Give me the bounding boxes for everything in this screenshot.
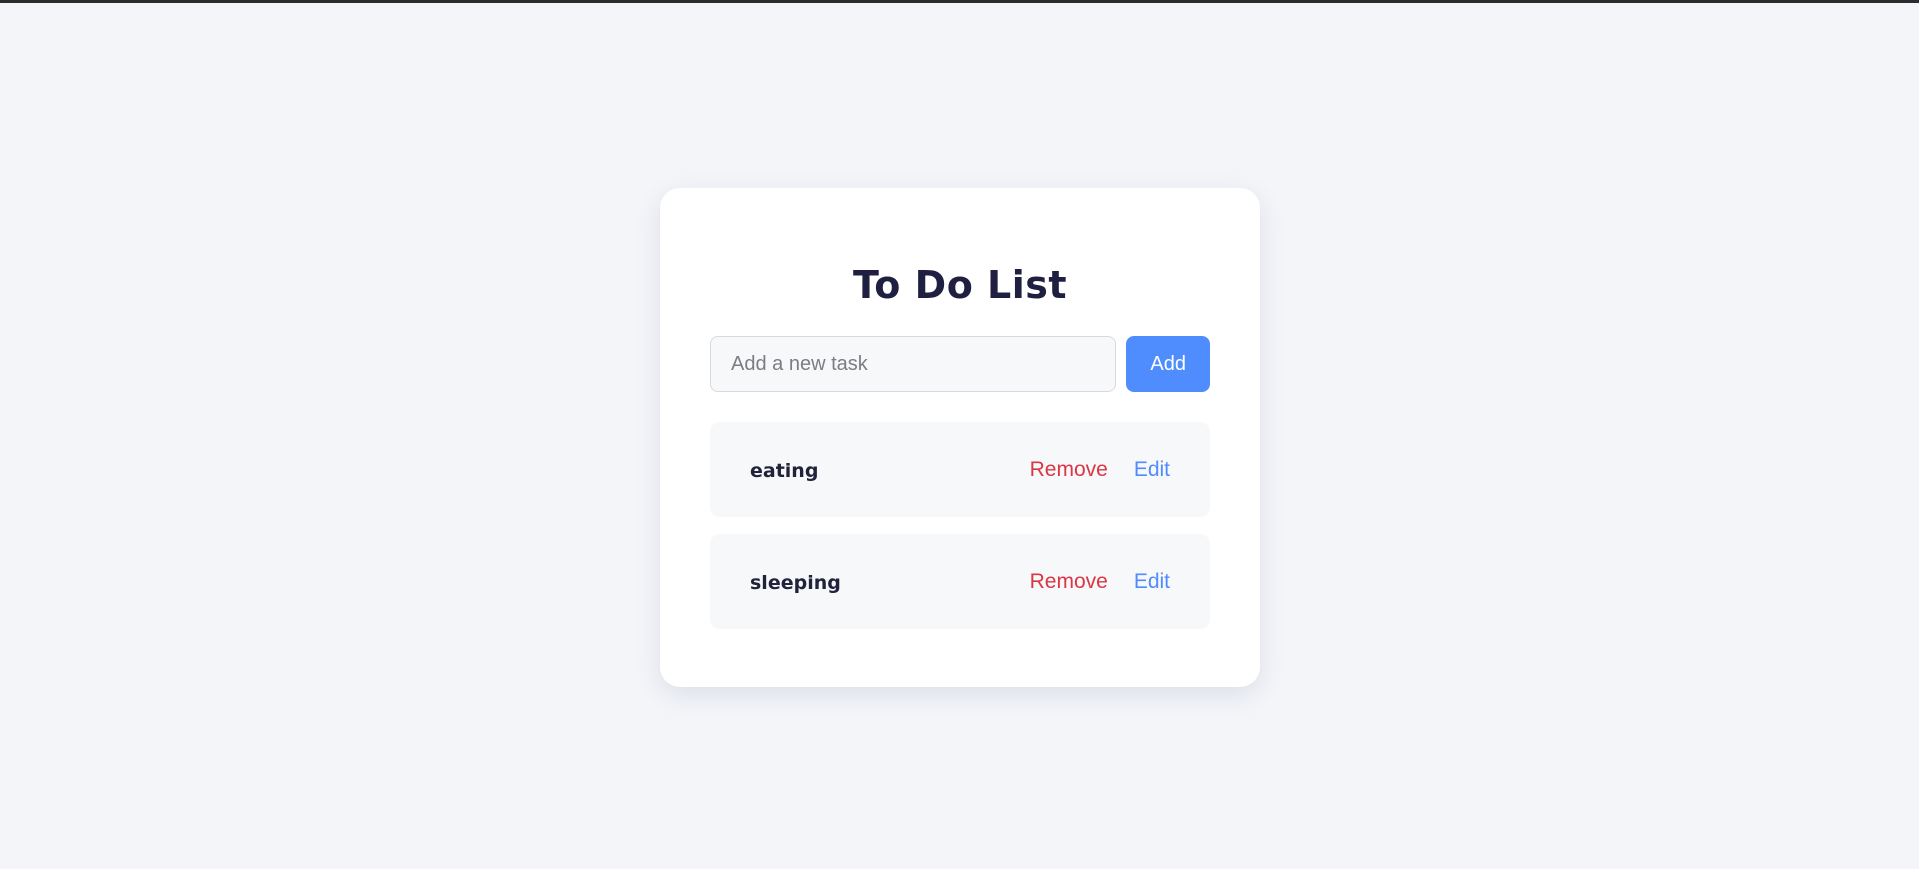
browser-top-border bbox=[0, 0, 1919, 3]
task-actions: Remove Edit bbox=[1030, 570, 1170, 594]
remove-button[interactable]: Remove bbox=[1030, 458, 1108, 482]
add-task-row: Add bbox=[710, 336, 1210, 392]
edit-button[interactable]: Edit bbox=[1134, 570, 1170, 594]
task-item: eating Remove Edit bbox=[710, 422, 1210, 517]
task-actions: Remove Edit bbox=[1030, 458, 1170, 482]
add-button[interactable]: Add bbox=[1126, 336, 1210, 392]
task-text: eating bbox=[750, 459, 819, 482]
page-title: To Do List bbox=[852, 263, 1068, 307]
task-item: sleeping Remove Edit bbox=[710, 534, 1210, 629]
edit-button[interactable]: Edit bbox=[1134, 458, 1170, 482]
remove-button[interactable]: Remove bbox=[1030, 570, 1108, 594]
todo-card: To Do List Add eating Remove Edit sleepi… bbox=[660, 188, 1260, 687]
task-list: eating Remove Edit sleeping Remove Edit bbox=[710, 422, 1210, 629]
task-text: sleeping bbox=[750, 571, 841, 594]
new-task-input[interactable] bbox=[710, 336, 1117, 392]
